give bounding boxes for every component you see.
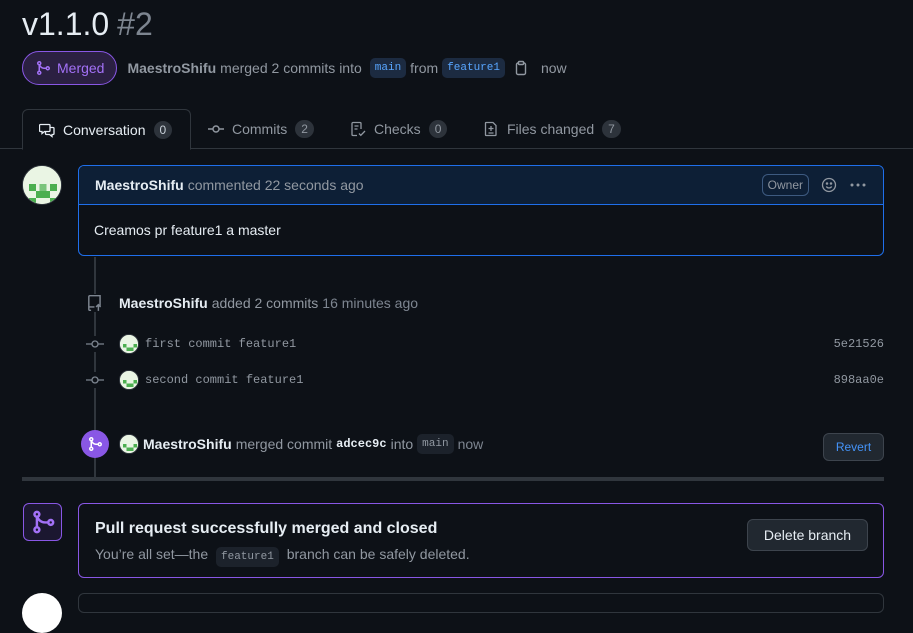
merged-state-badge: Merged [22, 51, 118, 85]
merge-event-action: merged commit [235, 436, 333, 452]
repo-push-icon [86, 294, 104, 312]
merge-event: MaestroShifu merged commit adcec9c into … [119, 434, 483, 454]
tab-checks-label: Checks [374, 121, 421, 137]
next-comment-avatar[interactable] [22, 593, 62, 633]
commit-row: second commit feature1 898aa0e [84, 370, 884, 390]
file-diff-icon [484, 121, 497, 137]
state-from-text: from [410, 60, 439, 76]
tab-conversation[interactable]: Conversation 0 [22, 109, 191, 150]
merged-panel-description: You’re all set—the feature1 branch can b… [95, 546, 470, 567]
revert-button[interactable]: Revert [823, 433, 884, 461]
commit-author-avatar[interactable] [119, 334, 139, 354]
pr-tabs: Conversation 0 Commits 2 Checks 0 Files … [0, 109, 913, 150]
tab-files-changed-label: Files changed [507, 121, 595, 137]
tab-checks-count: 0 [428, 120, 448, 138]
kebab-horizontal-icon[interactable] [849, 177, 867, 193]
pr-title-text: v1.1.0 [22, 6, 110, 42]
commit-author-avatar[interactable] [119, 370, 139, 390]
commit-sha[interactable]: 5e21526 [834, 337, 884, 351]
merge-author-avatar[interactable] [119, 434, 139, 454]
comment-header: MaestroShifu commented 22 seconds ago Ow… [79, 166, 883, 205]
comment-discussion-icon [39, 123, 55, 138]
commit-message[interactable]: second commit feature1 [145, 373, 303, 387]
tab-files-changed-count: 7 [602, 120, 621, 138]
merged-panel-branch[interactable]: feature1 [216, 547, 279, 567]
next-comment-box [78, 593, 884, 613]
tab-commits[interactable]: Commits 2 [192, 109, 330, 149]
git-commit-icon [84, 372, 106, 388]
git-commit-icon [208, 125, 224, 133]
merge-event-author[interactable]: MaestroShifu [143, 436, 232, 452]
copy-icon[interactable] [513, 60, 529, 76]
checklist-icon [351, 121, 366, 137]
comment-meta[interactable]: commented 22 seconds ago [188, 177, 364, 193]
tab-commits-label: Commits [232, 121, 288, 137]
merged-desc-suffix: branch can be safely deleted. [286, 546, 470, 562]
commit-sha[interactable]: 898aa0e [834, 373, 884, 387]
base-branch-label[interactable]: main [369, 58, 407, 78]
smiley-icon[interactable] [821, 177, 837, 193]
commits-event-time[interactable]: 16 minutes ago [322, 295, 418, 311]
merged-badge-label: Merged [57, 60, 105, 76]
timeline-divider [22, 477, 884, 481]
state-time: now [540, 60, 567, 76]
state-author-link[interactable]: MaestroShifu [127, 60, 216, 76]
tab-commits-count: 2 [295, 120, 314, 138]
merged-desc-prefix: You’re all set—the [95, 546, 209, 562]
comment-box: MaestroShifu commented 22 seconds ago Ow… [78, 165, 884, 256]
commits-event-author[interactable]: MaestroShifu [119, 295, 208, 311]
identicon-avatar [120, 371, 138, 389]
git-merge-icon [89, 437, 103, 451]
tab-files-changed[interactable]: Files changed 7 [467, 109, 637, 149]
tab-checks[interactable]: Checks 0 [334, 109, 463, 149]
git-commit-icon [84, 336, 106, 352]
owner-badge: Owner [761, 174, 809, 196]
identicon-avatar [23, 166, 61, 204]
tab-conversation-count: 0 [153, 120, 173, 139]
commit-message[interactable]: first commit feature1 [145, 337, 296, 351]
comment-author-avatar[interactable] [22, 165, 62, 205]
git-merge-icon [37, 61, 51, 75]
delete-branch-button[interactable]: Delete branch [747, 519, 868, 551]
commit-row: first commit feature1 5e21526 [84, 334, 884, 354]
commits-event-action: added 2 commits [211, 295, 319, 311]
merge-event-time[interactable]: now [458, 436, 484, 452]
git-merge-icon [32, 510, 54, 534]
pr-number: #2 [117, 6, 153, 42]
merged-panel-title: Pull request successfully merged and clo… [95, 520, 438, 537]
merge-event-badge [81, 430, 109, 458]
identicon-avatar [120, 435, 138, 453]
commits-added-event: MaestroShifu added 2 commits 16 minutes … [86, 294, 418, 312]
pr-state-row: Merged MaestroShifu merged 2 commits int… [22, 51, 567, 85]
state-merged-text: merged 2 commits into [220, 60, 362, 76]
merge-into-text: into [390, 436, 414, 452]
tab-conversation-label: Conversation [63, 121, 146, 138]
pr-title: v1.1.0 #2 [22, 4, 153, 44]
identicon-avatar [120, 335, 138, 353]
merged-panel: Pull request successfully merged and clo… [78, 503, 884, 578]
merge-commit-sha[interactable]: adcec9c [336, 437, 386, 451]
merge-branch-label[interactable]: main [417, 434, 454, 454]
merged-status-icon-box [23, 503, 62, 541]
head-branch-label[interactable]: feature1 [442, 58, 505, 78]
comment-body: Creamos pr feature1 a master [94, 222, 281, 238]
comment-author-link[interactable]: MaestroShifu [95, 177, 184, 193]
